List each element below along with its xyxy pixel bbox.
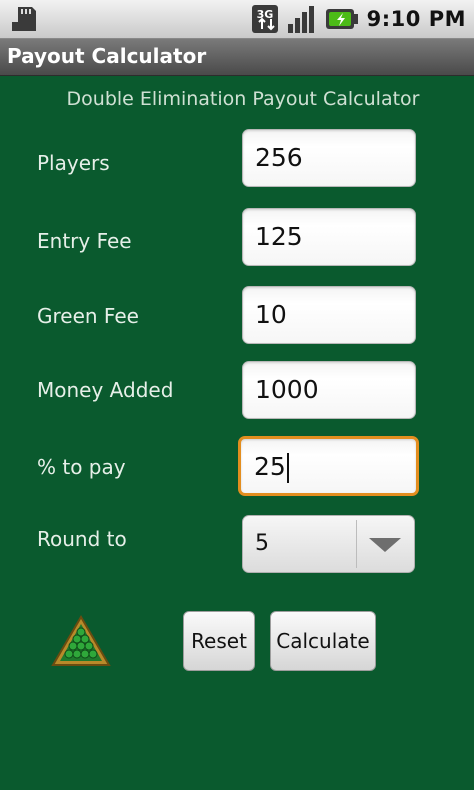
percent-to-pay-value: 25: [254, 452, 286, 481]
signal-icon: [287, 6, 314, 33]
players-label: Players: [37, 151, 110, 175]
round-to-selected: 5: [255, 531, 269, 556]
round-to-label: Round to: [37, 527, 127, 551]
green-fee-label: Green Fee: [37, 304, 139, 328]
reset-button[interactable]: Reset: [183, 611, 255, 671]
round-to-dropdown[interactable]: 5: [242, 515, 415, 573]
sd-card-icon: [12, 7, 36, 31]
battery-charging-icon: [325, 9, 358, 29]
chevron-down-icon: [369, 538, 401, 552]
calculate-button[interactable]: Calculate: [270, 611, 376, 671]
dropdown-divider: [356, 520, 357, 568]
percent-to-pay-input[interactable]: 25: [238, 436, 419, 496]
green-fee-input[interactable]: 10: [242, 286, 416, 344]
app-title-bar: Payout Calculator: [0, 39, 474, 76]
form-heading: Double Elimination Payout Calculator: [66, 88, 420, 110]
entry-fee-label: Entry Fee: [37, 229, 132, 253]
status-bar: 3G 9:10 PM: [0, 0, 474, 39]
clock-time: 9:10 PM: [366, 7, 466, 31]
percent-to-pay-label: % to pay: [37, 455, 126, 479]
billiard-rack-icon: [51, 615, 111, 666]
money-added-input[interactable]: 1000: [242, 361, 416, 419]
3g-icon: 3G: [251, 5, 278, 33]
players-input[interactable]: 256: [242, 129, 416, 187]
app-title: Payout Calculator: [7, 44, 207, 68]
text-cursor: [286, 453, 289, 483]
entry-fee-input[interactable]: 125: [242, 208, 416, 266]
money-added-label: Money Added: [37, 378, 174, 402]
